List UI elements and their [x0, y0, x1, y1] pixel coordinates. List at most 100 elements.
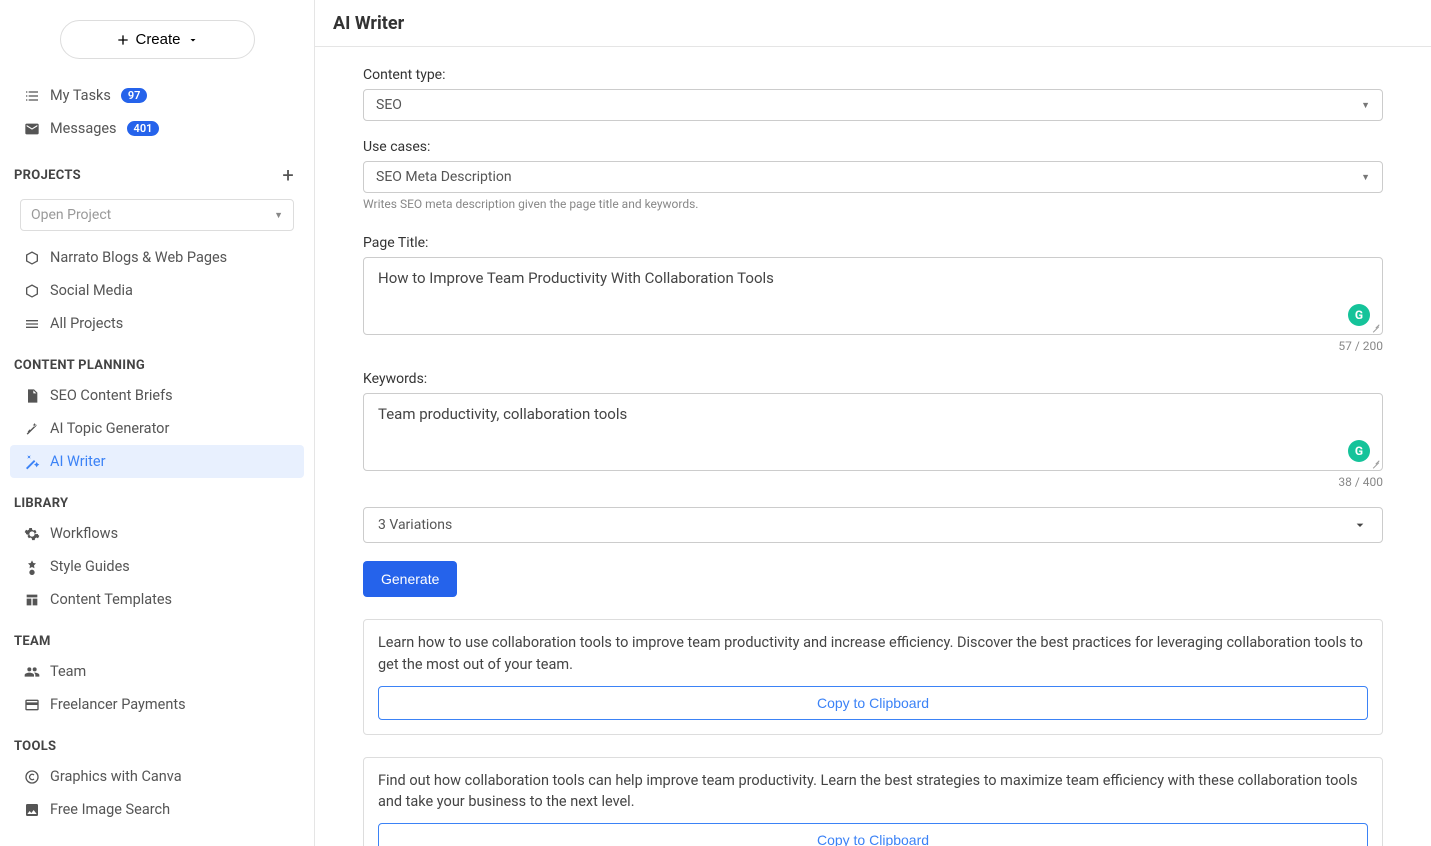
- sidebar-item-label: Narrato Blogs & Web Pages: [50, 249, 227, 266]
- page-title-field: Page Title: How to Improve Team Producti…: [363, 235, 1383, 353]
- content-type-value: SEO: [376, 97, 402, 113]
- sidebar-item-ai-writer[interactable]: AI Writer: [10, 445, 304, 478]
- sidebar-item-label: Content Templates: [50, 591, 172, 608]
- result-text: Find out how collaboration tools can hel…: [378, 770, 1368, 814]
- page-title-char-count: 57 / 200: [363, 339, 1383, 353]
- chevron-down-icon: ▼: [1361, 172, 1370, 183]
- sidebar-item-team[interactable]: Team: [10, 655, 304, 688]
- generate-button[interactable]: Generate: [363, 561, 457, 597]
- use-cases-field: Use cases: SEO Meta Description ▼ Writes…: [363, 139, 1383, 211]
- grammarly-icon[interactable]: G: [1348, 440, 1370, 462]
- keywords-char-count: 38 / 400: [363, 475, 1383, 489]
- chevron-down-icon: [187, 34, 199, 46]
- list-icon: [24, 316, 40, 332]
- my-tasks-badge: 97: [121, 88, 148, 103]
- copy-to-clipboard-button[interactable]: Copy to Clipboard: [378, 823, 1368, 846]
- main: AI Writer Content type: SEO ▼ Use cases:…: [315, 0, 1431, 846]
- sidebar-item-all-projects[interactable]: All Projects: [10, 307, 304, 340]
- sidebar-item-label: All Projects: [50, 315, 123, 332]
- resize-handle-icon: [1370, 458, 1380, 468]
- chevron-down-icon: [1352, 517, 1368, 533]
- chevron-down-icon: ▼: [1361, 100, 1370, 111]
- keywords-input[interactable]: Team productivity, collaboration tools G: [363, 393, 1383, 471]
- resize-handle-icon: [1370, 322, 1380, 332]
- team-header: TEAM: [10, 616, 304, 655]
- grammarly-icon[interactable]: G: [1348, 304, 1370, 326]
- sidebar-item-ai-topic-generator[interactable]: AI Topic Generator: [10, 412, 304, 445]
- add-project-icon[interactable]: +: [282, 163, 294, 187]
- sidebar-item-freelancer-payments[interactable]: Freelancer Payments: [10, 688, 304, 721]
- sidebar-item-workflows[interactable]: Workflows: [10, 517, 304, 550]
- template-icon: [24, 592, 40, 608]
- sidebar-item-style-guides[interactable]: Style Guides: [10, 550, 304, 583]
- sidebar-item-image-search[interactable]: Free Image Search: [10, 793, 304, 826]
- sidebar-item-label: Freelancer Payments: [50, 696, 186, 713]
- document-icon: [24, 388, 40, 404]
- cube-icon: [24, 283, 40, 299]
- sidebar-item-messages[interactable]: Messages 401: [10, 112, 304, 145]
- keywords-field: Keywords: Team productivity, collaborati…: [363, 371, 1383, 489]
- sidebar-item-seo-content-briefs[interactable]: SEO Content Briefs: [10, 379, 304, 412]
- cube-icon: [24, 250, 40, 266]
- sidebar-item-label: Team: [50, 663, 86, 680]
- result-card: Find out how collaboration tools can hel…: [363, 757, 1383, 846]
- projects-header: PROJECTS +: [10, 145, 304, 193]
- use-cases-hint: Writes SEO meta description given the pa…: [363, 197, 1383, 211]
- keywords-value: Team productivity, collaboration tools: [378, 405, 627, 423]
- library-header: LIBRARY: [10, 478, 304, 517]
- sidebar-item-label: Social Media: [50, 282, 133, 299]
- page-title-label: Page Title:: [363, 235, 1383, 251]
- sidebar-item-label: My Tasks: [50, 87, 111, 104]
- sidebar-item-label: Free Image Search: [50, 801, 170, 818]
- sidebar-item-label: AI Topic Generator: [50, 420, 169, 437]
- sidebar-item-label: Graphics with Canva: [50, 768, 182, 785]
- image-icon: [24, 802, 40, 818]
- use-cases-label: Use cases:: [363, 139, 1383, 155]
- magic-icon: [24, 421, 40, 437]
- sidebar-item-content-templates[interactable]: Content Templates: [10, 583, 304, 616]
- plus-icon: [115, 32, 131, 48]
- result-text: Learn how to use collaboration tools to …: [378, 632, 1368, 676]
- result-card: Learn how to use collaboration tools to …: [363, 619, 1383, 735]
- content-type-field: Content type: SEO ▼: [363, 67, 1383, 121]
- users-icon: [24, 664, 40, 680]
- page-title: AI Writer: [315, 0, 1431, 47]
- gears-icon: [24, 526, 40, 542]
- variations-select[interactable]: 3 Variations: [363, 507, 1383, 543]
- content-type-select[interactable]: SEO ▼: [363, 89, 1383, 121]
- content-type-label: Content type:: [363, 67, 1383, 83]
- tasks-icon: [24, 88, 40, 104]
- wand-icon: [24, 454, 40, 470]
- sidebar-item-canva[interactable]: Graphics with Canva: [10, 760, 304, 793]
- create-button[interactable]: Create: [60, 20, 255, 59]
- messages-badge: 401: [127, 121, 160, 136]
- create-label: Create: [135, 31, 180, 48]
- content-planning-header: CONTENT PLANNING: [10, 340, 304, 379]
- variations-field: 3 Variations: [363, 507, 1383, 543]
- sidebar-item-narrato-blogs[interactable]: Narrato Blogs & Web Pages: [10, 241, 304, 274]
- sidebar-item-label: AI Writer: [50, 453, 106, 470]
- keywords-label: Keywords:: [363, 371, 1383, 387]
- canva-icon: [24, 769, 40, 785]
- sidebar-item-label: Workflows: [50, 525, 118, 542]
- page-title-value: How to Improve Team Productivity With Co…: [378, 269, 774, 287]
- tools-header: TOOLS: [10, 721, 304, 760]
- payment-icon: [24, 697, 40, 713]
- form-area: Content type: SEO ▼ Use cases: SEO Meta …: [315, 47, 1431, 846]
- sidebar-item-label: Style Guides: [50, 558, 130, 575]
- sidebar-item-label: Messages: [50, 120, 117, 137]
- open-project-select[interactable]: Open Project ▼: [20, 199, 294, 231]
- use-cases-value: SEO Meta Description: [376, 169, 512, 185]
- style-icon: [24, 559, 40, 575]
- sidebar: Create My Tasks 97 Messages 401 PROJECTS…: [0, 0, 315, 846]
- open-project-placeholder: Open Project: [31, 207, 111, 223]
- sidebar-item-social-media[interactable]: Social Media: [10, 274, 304, 307]
- chevron-down-icon: ▼: [274, 210, 283, 221]
- use-cases-select[interactable]: SEO Meta Description ▼: [363, 161, 1383, 193]
- page-title-input[interactable]: How to Improve Team Productivity With Co…: [363, 257, 1383, 335]
- sidebar-item-my-tasks[interactable]: My Tasks 97: [10, 79, 304, 112]
- sidebar-item-label: SEO Content Briefs: [50, 387, 173, 404]
- variations-value: 3 Variations: [378, 517, 452, 533]
- envelope-icon: [24, 121, 40, 137]
- copy-to-clipboard-button[interactable]: Copy to Clipboard: [378, 686, 1368, 720]
